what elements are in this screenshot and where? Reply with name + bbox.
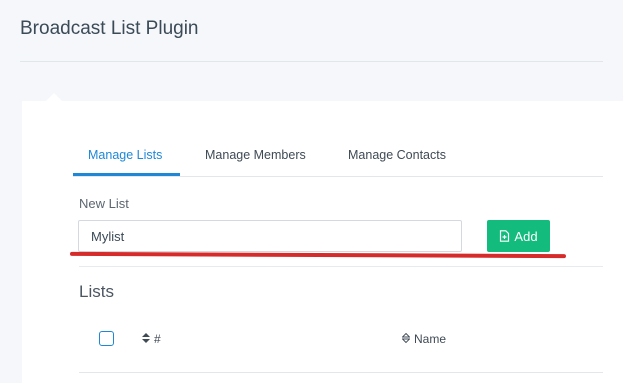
column-header-number[interactable]: #	[142, 332, 161, 346]
select-all-checkbox[interactable]	[99, 331, 114, 346]
column-header-name[interactable]: Name	[401, 332, 447, 346]
section-divider	[79, 266, 603, 267]
new-list-input[interactable]	[78, 220, 462, 252]
lists-heading: Lists	[79, 282, 114, 301]
column-header-number-label: #	[154, 332, 161, 346]
tab-manage-contacts[interactable]: Manage Contacts	[348, 148, 446, 162]
tab-bar: Manage Lists Manage Members Manage Conta…	[73, 138, 603, 177]
add-button-label: Add	[514, 228, 538, 244]
add-button[interactable]: Add	[487, 220, 550, 252]
new-list-label: New List	[79, 196, 129, 211]
page-title: Broadcast List Plugin	[20, 18, 199, 39]
document-icon	[499, 230, 510, 242]
active-tab-indicator	[73, 173, 180, 176]
table-header-divider	[79, 372, 603, 373]
title-divider	[20, 61, 603, 62]
sort-icon	[142, 332, 150, 346]
card-pointer	[46, 93, 62, 101]
tab-manage-members[interactable]: Manage Members	[205, 148, 306, 162]
tab-manage-lists[interactable]: Manage Lists	[88, 148, 162, 162]
sort-icon	[401, 332, 411, 346]
column-header-name-label: Name	[414, 332, 447, 346]
